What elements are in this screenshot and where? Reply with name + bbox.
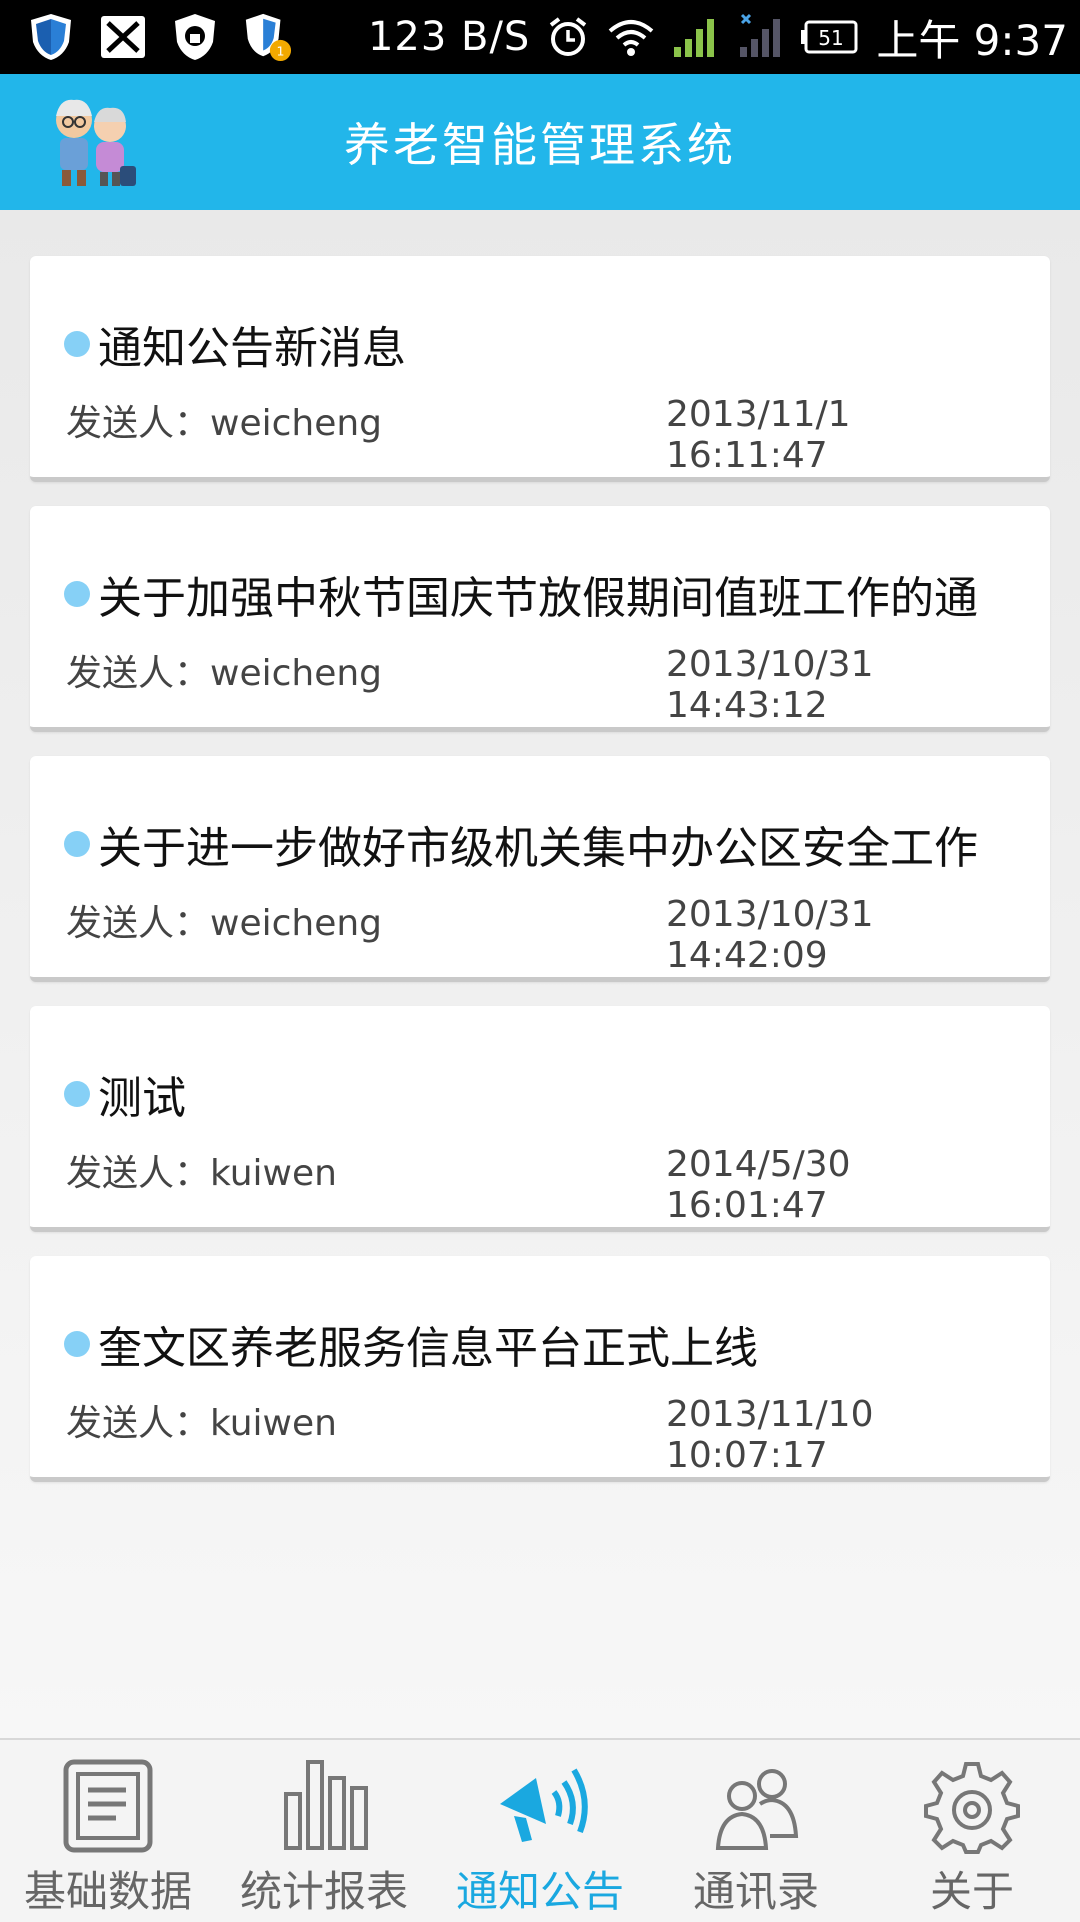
- nav-label: 关于: [929, 1867, 1014, 1916]
- clock: 上午 9:37: [876, 15, 1068, 65]
- notice-title: 测试: [98, 1073, 186, 1124]
- app-header: 养老智能管理系统: [0, 74, 1080, 210]
- notice-title: 关于进一步做好市级机关集中办公区安全工作: [98, 823, 978, 874]
- svg-text:1: 1: [276, 43, 284, 58]
- page-title: 养老智能管理系统: [344, 118, 736, 172]
- bottom-nav: 基础数据 统计报表 通知公告 通讯录 关于: [0, 1738, 1080, 1922]
- unread-dot: [64, 831, 90, 857]
- notice-title-row: 通知公告新消息: [64, 312, 1010, 376]
- notice-meta: 发送人：weicheng 2013/11/1 16:11:47: [66, 394, 1010, 476]
- unread-dot: [64, 1081, 90, 1107]
- wallet-icon: [98, 11, 148, 63]
- alarm-icon: [546, 15, 590, 59]
- notice-title: 通知公告新消息: [98, 323, 406, 374]
- notice-time: 2014/5/30 16:01:47: [666, 1144, 851, 1226]
- nav-label: 通知公告: [455, 1867, 624, 1916]
- notice-meta: 发送人：kuiwen 2014/5/30 16:01:47: [66, 1144, 1010, 1226]
- notice-meta: 发送人：weicheng 2013/10/31 14:42:09: [66, 894, 1010, 976]
- document-icon: [63, 1759, 153, 1853]
- unread-dot: [64, 331, 90, 357]
- notice-title: 关于加强中秋节国庆节放假期间值班工作的通: [98, 573, 978, 624]
- notice-time: 2013/10/31 14:42:09: [666, 894, 874, 976]
- bar-chart-icon: [284, 1760, 368, 1850]
- nav-label: 基础数据: [23, 1867, 192, 1916]
- notice-card[interactable]: 关于进一步做好市级机关集中办公区安全工作 发送人：weicheng 2013/1…: [30, 756, 1050, 982]
- nav-contacts[interactable]: 通讯录: [648, 1740, 864, 1922]
- unread-dot: [64, 1331, 90, 1357]
- megaphone-icon: [500, 1768, 588, 1842]
- battery-level: 51: [819, 26, 844, 50]
- battery-icon: 51: [800, 19, 860, 55]
- nav-label: 统计报表: [239, 1867, 408, 1916]
- notice-time: 2013/10/31 14:43:12: [666, 644, 874, 726]
- wifi-icon: [606, 15, 656, 59]
- notice-card[interactable]: 奎文区养老服务信息平台正式上线 发送人：kuiwen 2013/11/10 10…: [30, 1256, 1050, 1482]
- notice-card[interactable]: 测试 发送人：kuiwen 2014/5/30 16:01:47: [30, 1006, 1050, 1232]
- gear-icon: [924, 1762, 1020, 1854]
- notice-time: 2013/11/10 10:07:17: [666, 1394, 874, 1476]
- notice-list: 通知公告新消息 发送人：weicheng 2013/11/1 16:11:47 …: [0, 210, 1080, 1738]
- notice-card[interactable]: 通知公告新消息 发送人：weicheng 2013/11/1 16:11:47: [30, 256, 1050, 482]
- notice-sender: 发送人：weicheng: [66, 903, 383, 944]
- nav-statistics[interactable]: 统计报表: [216, 1740, 432, 1922]
- notice-card[interactable]: 关于加强中秋节国庆节放假期间值班工作的通 发送人：weicheng 2013/1…: [30, 506, 1050, 732]
- notice-sender: 发送人：weicheng: [66, 653, 383, 694]
- notice-title-row: 测试: [64, 1062, 1010, 1126]
- unread-dot: [64, 581, 90, 607]
- lock-shield-icon: [170, 11, 220, 63]
- notice-time: 2013/11/1 16:11:47: [666, 394, 851, 476]
- notice-meta: 发送人：kuiwen 2013/11/10 10:07:17: [66, 1394, 1010, 1476]
- shield-badge-icon: 1: [242, 11, 292, 63]
- notice-sender: 发送人：kuiwen: [66, 1403, 337, 1444]
- network-speed: 123 B/S: [367, 14, 531, 60]
- signal-icon: [672, 15, 720, 59]
- notice-sender: 发送人：weicheng: [66, 403, 383, 444]
- nav-basic-data[interactable]: 基础数据: [0, 1740, 216, 1922]
- notice-sender: 发送人：kuiwen: [66, 1153, 337, 1194]
- shield-icon: [26, 11, 76, 63]
- nav-label: 通讯录: [692, 1867, 819, 1916]
- elderly-couple-logo: [42, 90, 142, 194]
- status-bar: 1 123 B/S 51 上午 9:37: [0, 0, 1080, 74]
- notice-title-row: 奎文区养老服务信息平台正式上线: [64, 1312, 1010, 1376]
- nav-about[interactable]: 关于: [864, 1740, 1080, 1922]
- notice-title-row: 关于加强中秋节国庆节放假期间值班工作的通: [64, 562, 1010, 626]
- contacts-icon: [715, 1769, 799, 1850]
- signal-off-icon: [736, 13, 784, 61]
- notice-title-row: 关于进一步做好市级机关集中办公区安全工作: [64, 812, 1010, 876]
- notice-meta: 发送人：weicheng 2013/10/31 14:43:12: [66, 644, 1010, 726]
- notice-title: 奎文区养老服务信息平台正式上线: [98, 1323, 758, 1374]
- nav-notices[interactable]: 通知公告: [432, 1740, 648, 1922]
